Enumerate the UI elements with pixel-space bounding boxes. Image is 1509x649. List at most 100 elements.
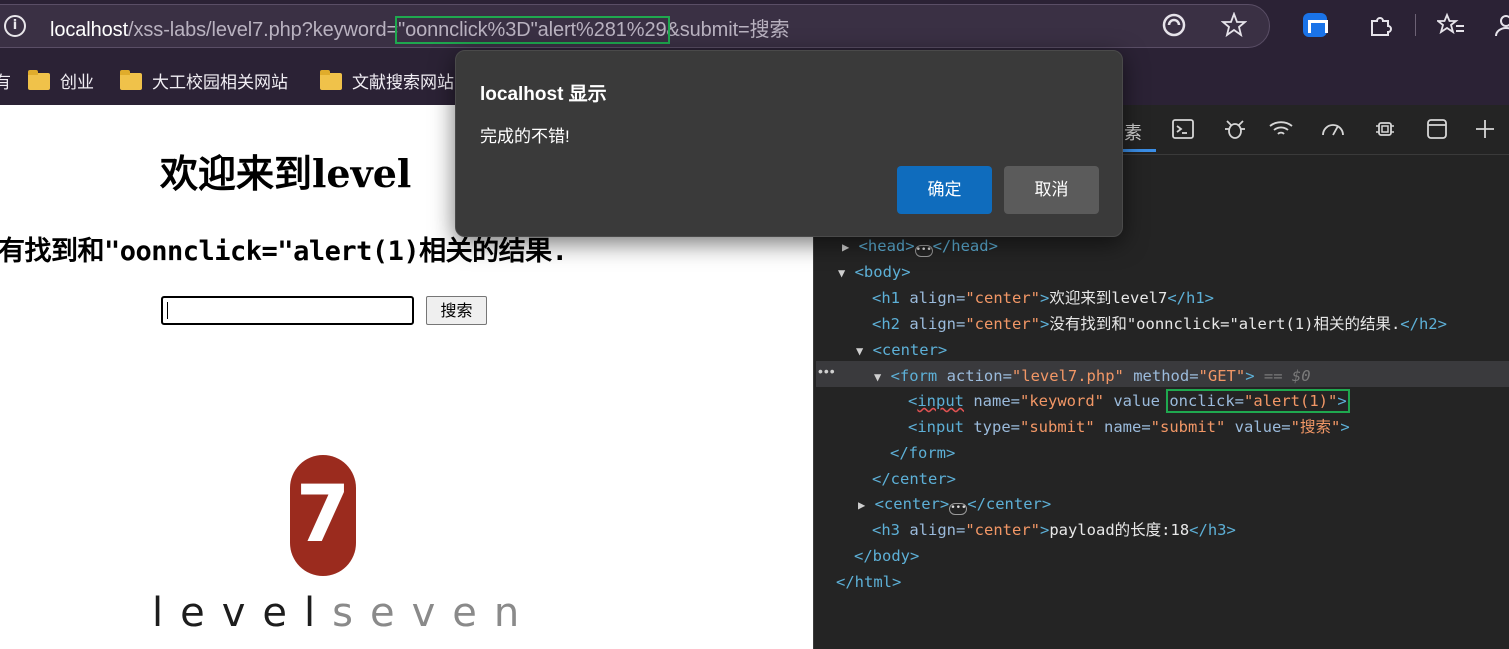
tag-h3: <h3 bbox=[872, 521, 910, 539]
debugger-bug-icon[interactable] bbox=[1222, 117, 1248, 143]
memory-chip-icon[interactable] bbox=[1372, 117, 1398, 143]
profile-icon[interactable] bbox=[1490, 12, 1509, 40]
bookmark-label: 创业 bbox=[60, 73, 94, 92]
dom-node-h1[interactable]: <h1 align="center">欢迎来到level7</h1> bbox=[872, 286, 1214, 310]
favorites-list-icon[interactable] bbox=[1435, 12, 1465, 40]
bookmark-label: 文献搜索网站 bbox=[352, 73, 454, 92]
url-highlighted-param: "oonnclick%3D"alert%281%29 bbox=[395, 16, 670, 44]
tag-h1: <h1 bbox=[872, 289, 910, 307]
attr-value: "GET" bbox=[1198, 367, 1246, 385]
level-logo-badge: 7 bbox=[290, 455, 356, 576]
tag-h1-end: </h1> bbox=[1167, 289, 1214, 307]
attr-value: "center" bbox=[965, 315, 1040, 333]
dom-node-body[interactable]: ▼ <body> bbox=[838, 260, 911, 284]
level-logo-text: levelseven bbox=[152, 590, 536, 636]
node-text: 欢迎来到level7 bbox=[1049, 289, 1168, 307]
folder-icon bbox=[28, 70, 50, 90]
logo-text-seven: seven bbox=[332, 590, 537, 636]
attr-name: name= bbox=[1094, 418, 1151, 436]
tag-bracket: > bbox=[1340, 418, 1350, 436]
add-tab-plus-icon[interactable] bbox=[1472, 117, 1498, 143]
console-icon[interactable] bbox=[1170, 117, 1196, 143]
attr-value: "alert(1)" bbox=[1244, 392, 1338, 410]
dom-node-input-submit[interactable]: <input type="submit" name="submit" value… bbox=[908, 415, 1350, 439]
selected-marker: == $0 bbox=[1254, 367, 1311, 385]
dialog-message: 完成的不错! bbox=[480, 127, 570, 146]
extension-icon[interactable] bbox=[1303, 13, 1327, 37]
folder-icon bbox=[120, 70, 142, 90]
dialog-title: localhost 显示 bbox=[480, 84, 607, 105]
logo-text-level: level bbox=[152, 590, 333, 636]
page-heading: 欢迎来到level bbox=[160, 151, 412, 196]
tag-form-end: </form> bbox=[890, 444, 956, 462]
tag-body-open: <body> bbox=[854, 263, 911, 281]
dom-node-form[interactable]: ▼ <form action="level7.php" method="GET"… bbox=[874, 364, 1311, 388]
attr-name: align= bbox=[909, 315, 966, 333]
attr-name: align= bbox=[909, 521, 966, 539]
attr-value: "搜索" bbox=[1290, 418, 1341, 436]
tag-head-close: </head> bbox=[932, 237, 998, 255]
site-info-icon[interactable]: i bbox=[4, 15, 26, 37]
attr-name: value bbox=[1104, 392, 1170, 410]
tag-input: <input bbox=[908, 418, 974, 436]
tab-elements[interactable]: 素 bbox=[1124, 119, 1142, 145]
alert-dialog: localhost 显示 完成的不错! 确定 取消 bbox=[455, 50, 1123, 237]
edge-refresh-icon[interactable] bbox=[1160, 12, 1188, 40]
tag-input: input bbox=[917, 392, 965, 410]
tag-center-open: <center> bbox=[872, 341, 948, 359]
toolbar-separator bbox=[1415, 14, 1416, 36]
attr-value: "center" bbox=[965, 521, 1040, 539]
tag-center-close: </center> bbox=[967, 495, 1052, 513]
bookmark-folder-literature[interactable]: 文献搜索网站 bbox=[320, 68, 454, 92]
url-text[interactable]: localhost/xss-labs/level7.php?keyword="o… bbox=[50, 13, 790, 44]
dom-node-input-keyword[interactable]: <input name="keyword" value onclick="ale… bbox=[908, 389, 1350, 413]
bookmark-partial[interactable]: 有 bbox=[0, 68, 11, 92]
dom-node-h3[interactable]: <h3 align="center">payload的长度:18</h3> bbox=[872, 518, 1236, 542]
attr-value: "submit" bbox=[1150, 418, 1226, 436]
dom-node-center[interactable]: ▼ <center> bbox=[856, 338, 947, 362]
extensions-puzzle-icon[interactable] bbox=[1366, 12, 1394, 40]
expand-triangle-icon[interactable]: ▶ bbox=[858, 498, 865, 512]
collapse-triangle-icon[interactable]: ▼ bbox=[874, 370, 881, 384]
tag-bracket: > bbox=[1337, 392, 1347, 410]
collapse-triangle-icon[interactable]: ▼ bbox=[856, 344, 863, 358]
attr-value: "keyword" bbox=[1020, 392, 1105, 410]
dom-node-body-end[interactable]: </body> bbox=[854, 544, 919, 568]
performance-gauge-icon[interactable] bbox=[1320, 117, 1346, 143]
tag-center-end: </center> bbox=[872, 470, 956, 488]
ok-button[interactable]: 确定 bbox=[897, 166, 992, 214]
attr-name: name= bbox=[964, 392, 1021, 410]
bookmark-folder-campus[interactable]: 大工校园相关网站 bbox=[120, 68, 288, 92]
node-text: 没有找到和"oonnclick="alert(1)相关的结果. bbox=[1049, 315, 1401, 333]
keyword-input[interactable] bbox=[161, 296, 414, 325]
bookmark-label: 大工校园相关网站 bbox=[152, 73, 288, 92]
attr-value: "center" bbox=[965, 289, 1040, 307]
attr-name: onclick= bbox=[1169, 392, 1244, 410]
ellipsis-icon[interactable]: ••• bbox=[949, 503, 968, 515]
tag-body-end: </body> bbox=[854, 547, 920, 565]
attr-name: type= bbox=[973, 418, 1020, 436]
node-text: payload的长度:18 bbox=[1049, 521, 1190, 539]
network-wifi-icon[interactable] bbox=[1268, 117, 1294, 143]
tag-h3-end: </h3> bbox=[1189, 521, 1236, 539]
dom-node-h2[interactable]: <h2 align="center">没有找到和"oonnclick="aler… bbox=[872, 312, 1447, 336]
tag-head-open: <head> bbox=[858, 237, 915, 255]
tag-bracket: > bbox=[1039, 315, 1050, 333]
ellipsis-icon[interactable]: ••• bbox=[914, 245, 933, 257]
application-window-icon[interactable] bbox=[1424, 117, 1450, 143]
dom-node-head[interactable]: ▶ <head>•••</head> bbox=[842, 234, 998, 258]
favorite-star-icon[interactable] bbox=[1220, 11, 1248, 40]
collapse-triangle-icon[interactable]: ▼ bbox=[838, 266, 845, 280]
search-button[interactable]: 搜索 bbox=[426, 296, 487, 325]
more-options-icon[interactable]: ••• bbox=[818, 363, 836, 379]
attr-name: value= bbox=[1225, 418, 1291, 436]
url-rest: &submit=搜索 bbox=[666, 19, 790, 41]
dom-node-html-end[interactable]: </html> bbox=[836, 570, 901, 594]
bookmark-folder-chuangye[interactable]: 创业 bbox=[28, 68, 94, 92]
expand-triangle-icon[interactable]: ▶ bbox=[842, 240, 849, 254]
cancel-button[interactable]: 取消 bbox=[1004, 166, 1099, 214]
dom-node-center-2[interactable]: ▶ <center>•••</center> bbox=[858, 492, 1051, 516]
attr-name: method= bbox=[1123, 367, 1199, 385]
dom-node-center-end[interactable]: </center> bbox=[872, 467, 956, 491]
dom-node-form-end[interactable]: </form> bbox=[890, 441, 955, 465]
